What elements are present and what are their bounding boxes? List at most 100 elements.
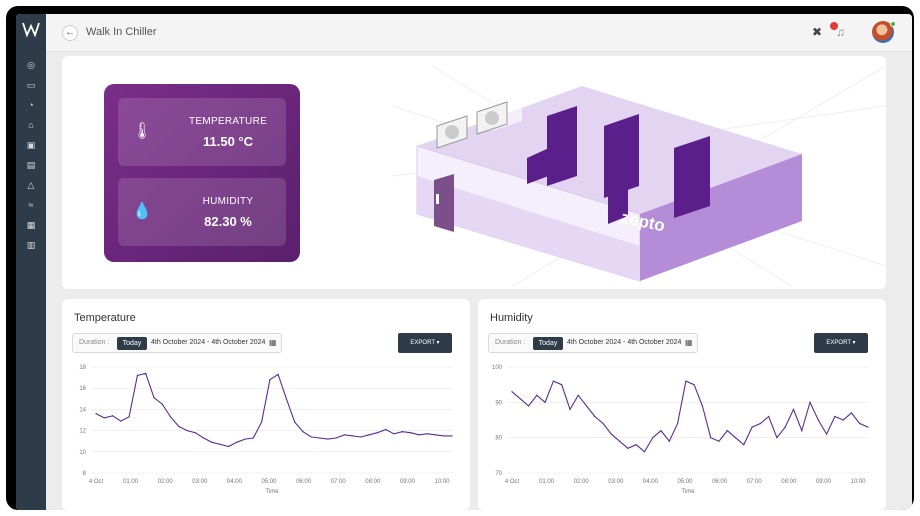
temperature-card: 🌡 TEMPERATURE 11.50 °C: [118, 98, 286, 166]
data-point: [178, 425, 180, 427]
data-point: [635, 444, 637, 446]
data-point: [385, 428, 387, 431]
data-point: [834, 415, 836, 418]
data-point: [842, 419, 844, 421]
data-point: [817, 419, 819, 421]
data-point: [343, 434, 345, 436]
analytics-icon[interactable]: ≈: [24, 198, 38, 212]
data-point: [120, 420, 122, 422]
report-icon[interactable]: ▤: [24, 158, 38, 172]
data-point: [327, 438, 329, 440]
data-point: [602, 422, 604, 425]
data-point: [511, 391, 513, 393]
y-tick-label: 10: [79, 450, 86, 456]
data-point: [128, 416, 130, 418]
data-point: [768, 415, 770, 418]
x-tick-label: 01:00: [123, 479, 139, 485]
data-point: [577, 394, 579, 396]
export-button[interactable]: EXPORT ▾: [398, 333, 452, 353]
date-range[interactable]: 4th October 2024 - 4th October 2024: [151, 339, 265, 346]
data-point: [294, 421, 296, 423]
history-icon[interactable]: ◔: [24, 98, 38, 112]
layers-icon[interactable]: ▥: [24, 238, 38, 252]
x-tick-label: 03:00: [608, 479, 624, 485]
sensor-panel: 🌡 TEMPERATURE 11.50 °C 💧 HUMIDITY 82.30 …: [104, 84, 300, 262]
data-point: [643, 451, 646, 453]
data-point: [219, 443, 221, 445]
duration-filter[interactable]: Duration : Today 4th October 2024 - 4th …: [72, 333, 282, 353]
export-button[interactable]: EXPORT ▾: [814, 333, 868, 353]
data-point: [652, 437, 654, 439]
y-tick-label: 16: [79, 386, 86, 392]
grid-icon[interactable]: ▦: [24, 218, 38, 232]
data-point: [393, 433, 395, 435]
data-point: [401, 431, 403, 433]
back-button[interactable]: ←: [62, 25, 78, 41]
data-point: [169, 416, 172, 418]
data-point: [867, 426, 869, 428]
data-point: [310, 436, 312, 438]
data-point: [718, 440, 720, 442]
data-point: [360, 436, 362, 438]
today-button[interactable]: Today: [533, 337, 563, 350]
page-title: Walk In Chiller: [86, 26, 157, 38]
data-point: [285, 398, 288, 400]
data-point: [569, 408, 571, 410]
humidity-plot: 70 80 90 100 4 Oct 01:00 02:00 03:00 04:00 05:00 0…: [492, 365, 869, 495]
device-icon[interactable]: ▣: [24, 138, 38, 152]
y-tick-label: 18: [79, 365, 86, 371]
x-tick-label: 02:00: [158, 479, 174, 485]
data-point: [153, 397, 155, 399]
series-line: [511, 380, 869, 453]
calendar-icon[interactable]: ▦: [685, 338, 693, 347]
data-point: [302, 431, 304, 433]
device-frame: ◎ ▭ ◔ ⌂ ▣ ▤ △ ≈ ▦ ▥ ← Walk In Chiller ✖ …: [6, 6, 914, 510]
data-point: [610, 433, 612, 435]
x-tick-label: 05:00: [261, 479, 277, 485]
x-tick-label: 01:00: [539, 479, 555, 485]
data-point: [801, 430, 803, 432]
data-point: [660, 430, 662, 432]
duration-filter[interactable]: Duration : Today 4th October 2024 - 4th …: [488, 333, 698, 353]
data-point: [693, 384, 695, 386]
x-tick-label: 05:00: [677, 479, 693, 485]
chiller-room-illustration: zepto: [392, 66, 886, 286]
chart-title: Temperature: [74, 312, 136, 324]
data-point: [619, 440, 621, 442]
x-tick-label: 04:00: [643, 479, 659, 485]
data-point: [136, 374, 138, 377]
monitor-icon[interactable]: ▭: [24, 78, 38, 92]
x-tick-label: 10:00: [434, 479, 450, 485]
data-point: [352, 435, 354, 437]
humidity-card: 💧 HUMIDITY 82.30 %: [118, 178, 286, 246]
calendar-icon[interactable]: ▦: [269, 338, 277, 347]
today-button[interactable]: Today: [117, 337, 147, 350]
data-point: [859, 422, 861, 425]
dashboard-icon[interactable]: ◎: [24, 58, 38, 72]
date-range[interactable]: 4th October 2024 - 4th October 2024: [567, 339, 681, 346]
data-point: [260, 421, 263, 423]
tools-icon[interactable]: ✖: [812, 25, 822, 39]
top-bar: ← Walk In Chiller ✖ ♫: [46, 14, 912, 52]
data-point: [277, 373, 279, 376]
data-point: [710, 437, 712, 439]
home-icon[interactable]: ⌂: [24, 118, 38, 132]
x-tick-label: 4 Oct: [89, 479, 104, 485]
temperature-plot: 8 10 12 14 16 18 4 Oct 01:00 02:00 03:00 04:00 05:0…: [79, 365, 453, 495]
data-point: [759, 422, 761, 425]
x-tick-label: 08:00: [365, 479, 381, 485]
y-tick-label: 100: [492, 365, 503, 371]
data-point: [544, 401, 546, 403]
alert-icon[interactable]: △: [24, 178, 38, 192]
data-point: [734, 437, 737, 439]
x-tick-label: 08:00: [781, 479, 797, 485]
notification-badge: [830, 22, 838, 30]
x-axis-label: Time: [265, 489, 279, 495]
data-point: [227, 445, 230, 448]
data-point: [519, 398, 521, 400]
sidebar: ◎ ▭ ◔ ⌂ ▣ ▤ △ ≈ ▦ ▥: [16, 14, 46, 510]
x-tick-label: 09:00: [816, 479, 832, 485]
x-tick-label: 03:00: [192, 479, 208, 485]
temperature-label: TEMPERATURE: [188, 116, 268, 127]
data-point: [103, 417, 105, 419]
